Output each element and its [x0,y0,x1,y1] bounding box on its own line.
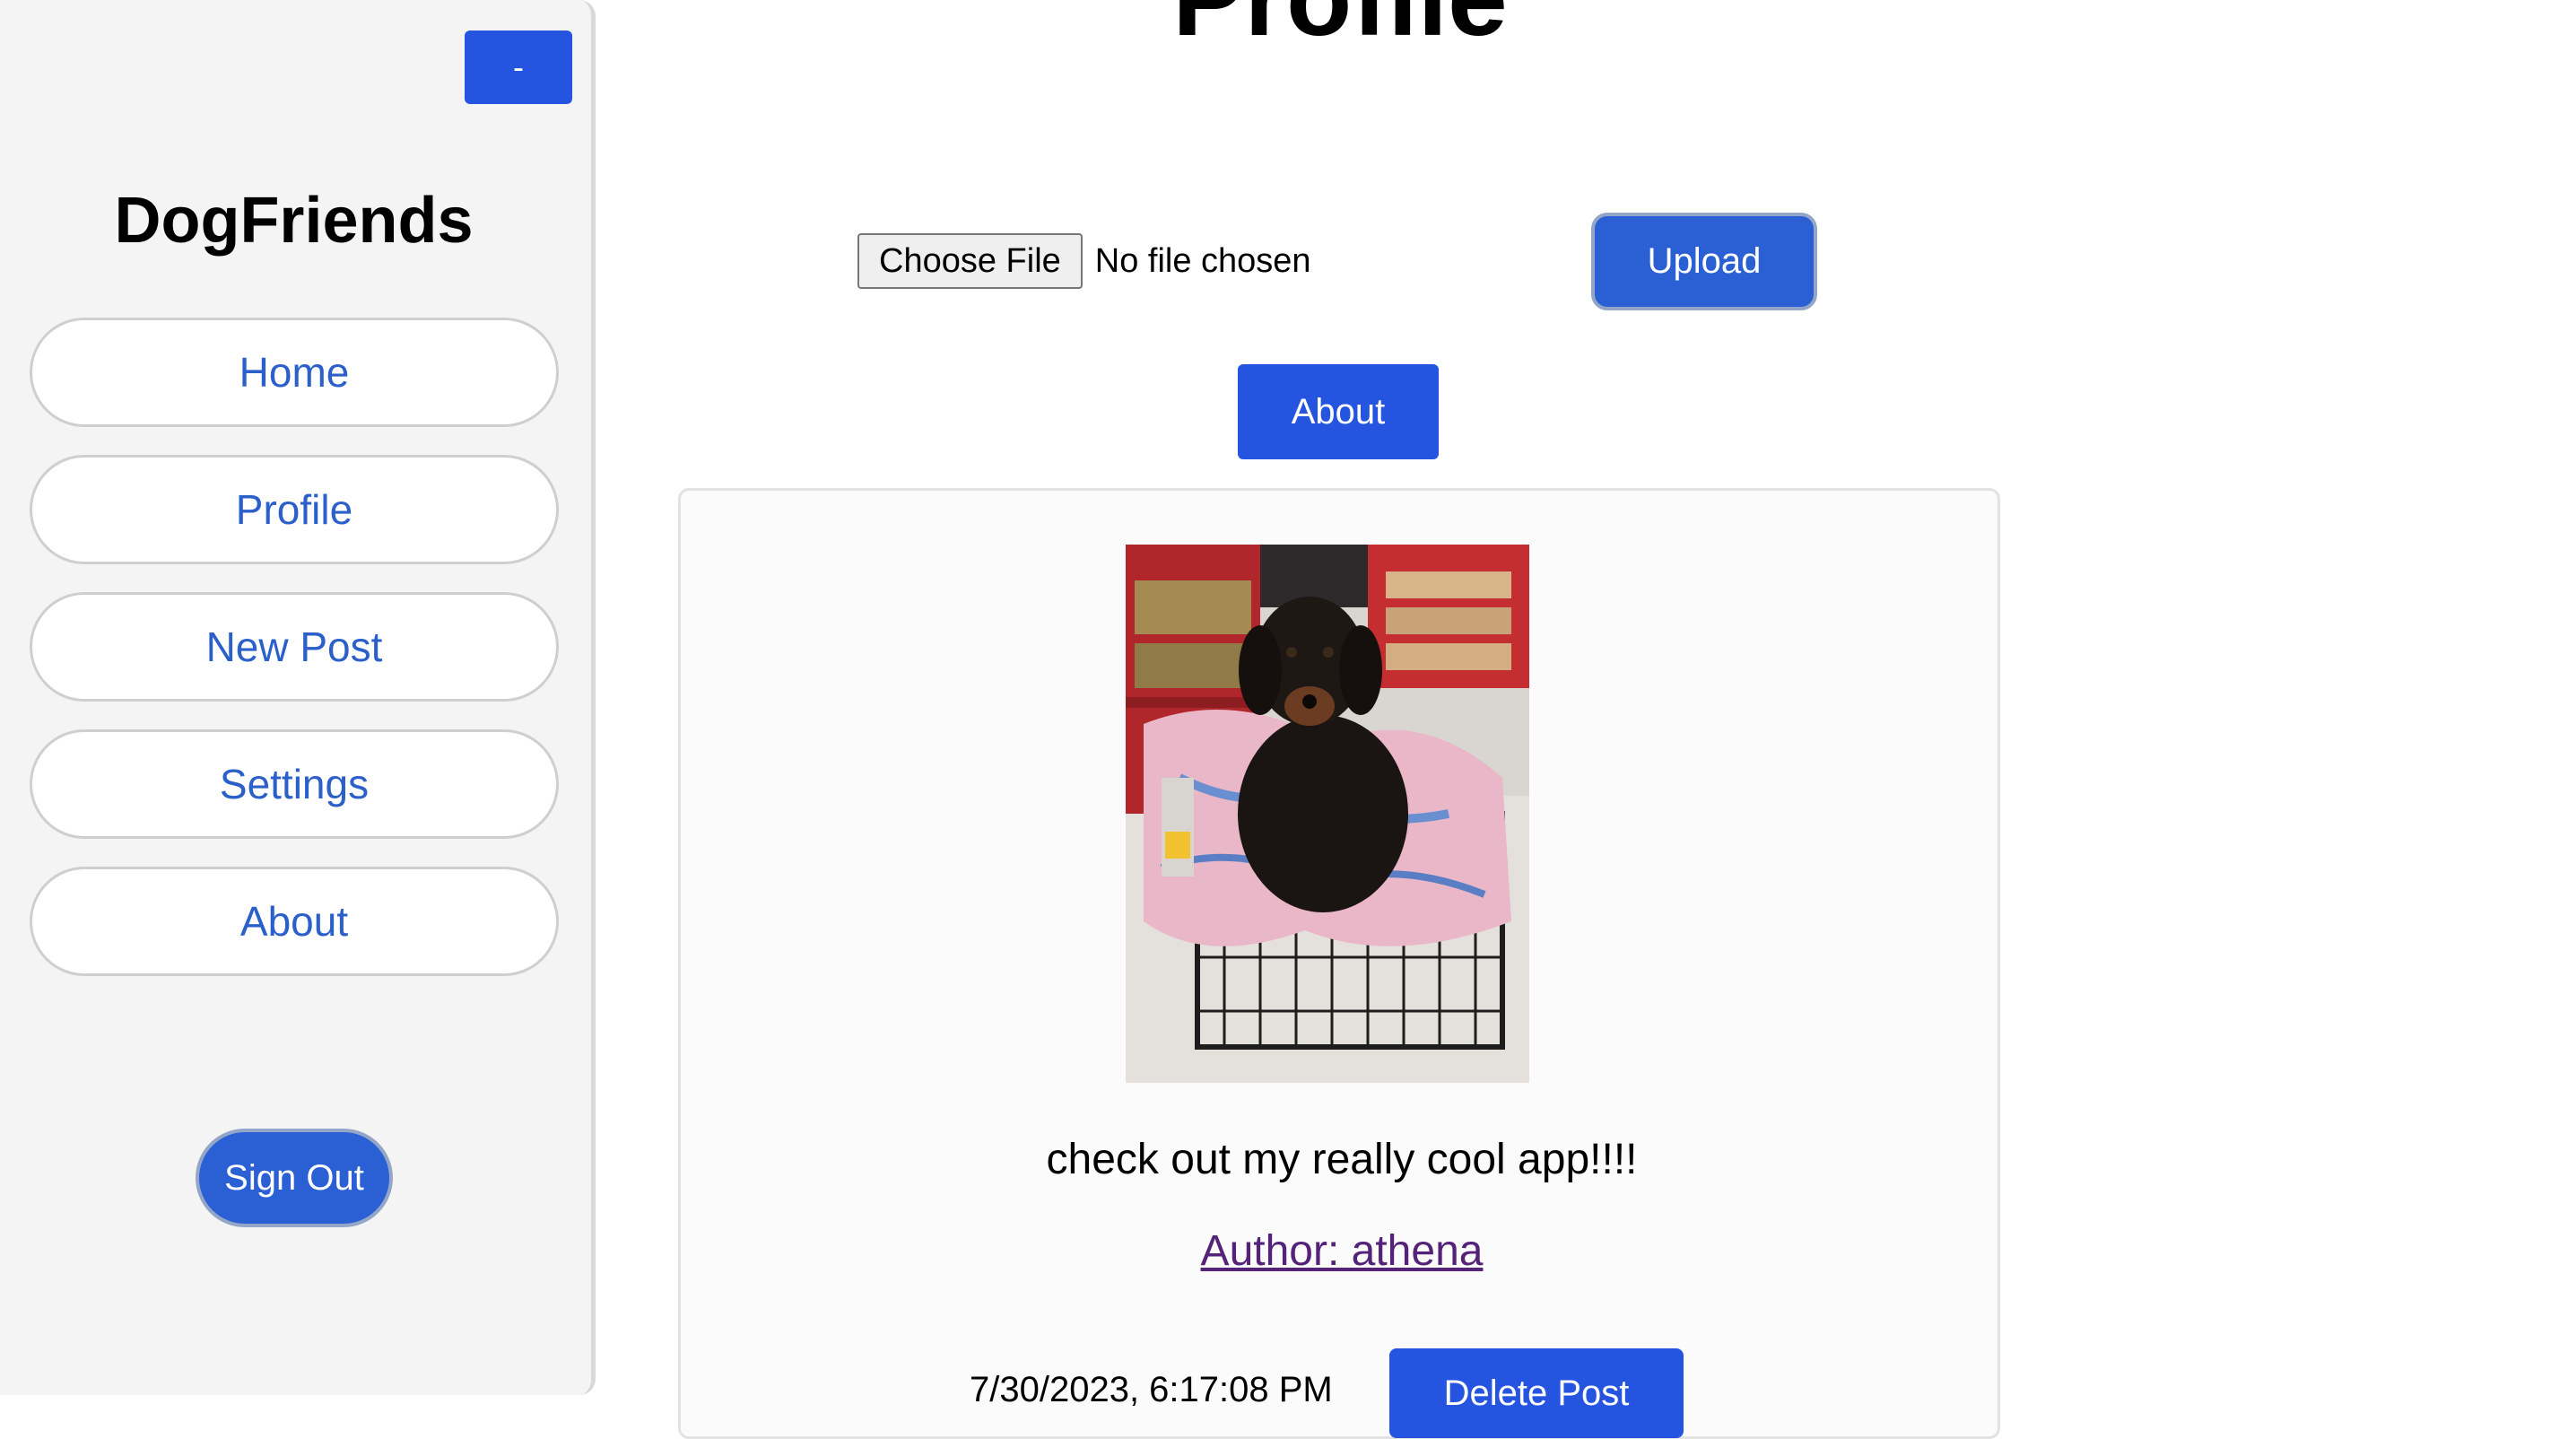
file-status-text: No file chosen [1094,241,1311,280]
post-timestamp: 7/30/2023, 6:17:08 PM [970,1370,1333,1409]
post-caption: check out my really cool app!!!! [1046,1136,1638,1183]
file-input: Choose File No file chosen [857,233,1311,289]
page-title: Profile [981,0,1699,52]
collapse-sidebar-button[interactable]: - [465,31,572,104]
sidebar: - DogFriends Home Profile New Post Setti… [0,0,596,1395]
sidebar-item-settings[interactable]: Settings [30,729,559,839]
sidebar-item-home[interactable]: Home [30,318,559,427]
sidebar-item-about[interactable]: About [30,867,559,976]
sidebar-item-new-post[interactable]: New Post [30,592,559,702]
upload-button[interactable]: Upload [1591,213,1817,310]
post-card: check out my really cool app!!!! Author:… [678,488,2000,1439]
post-author-link[interactable]: Author: athena [681,1226,2003,1276]
dog-photo-image [1126,545,1529,1083]
delete-post-button[interactable]: Delete Post [1389,1348,1684,1438]
choose-file-button[interactable]: Choose File [857,233,1083,289]
sign-out-button[interactable]: Sign Out [196,1129,393,1227]
brand-title: DogFriends [114,185,474,257]
sidebar-item-profile[interactable]: Profile [30,455,559,564]
about-button[interactable]: About [1238,364,1439,459]
sidebar-nav: Home Profile New Post Settings About [30,318,559,1004]
